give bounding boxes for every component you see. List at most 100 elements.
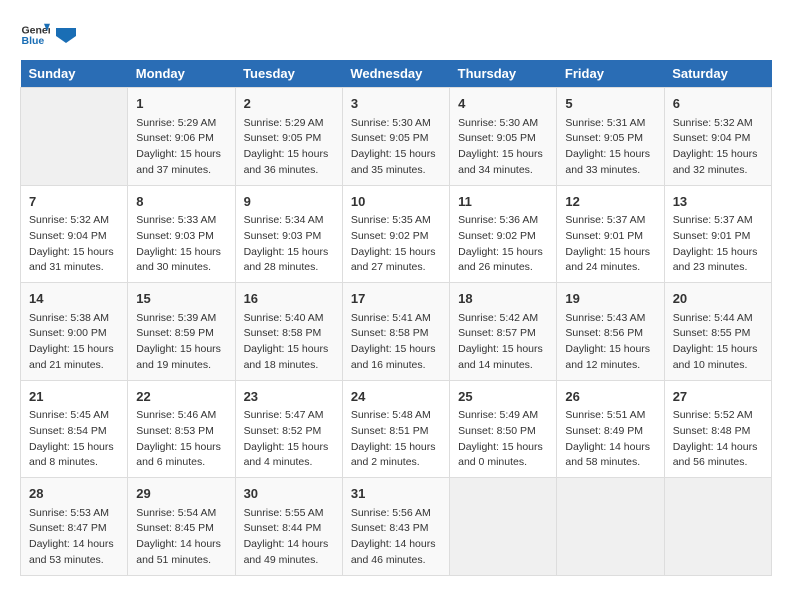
svg-text:Blue: Blue xyxy=(22,35,45,47)
calendar-cell: 17Sunrise: 5:41 AM Sunset: 8:58 PM Dayli… xyxy=(342,283,449,381)
day-info: Sunrise: 5:29 AM Sunset: 9:06 PM Dayligh… xyxy=(136,116,226,179)
calendar-cell: 5Sunrise: 5:31 AM Sunset: 9:05 PM Daylig… xyxy=(557,88,664,186)
day-info: Sunrise: 5:32 AM Sunset: 9:04 PM Dayligh… xyxy=(673,116,763,179)
calendar-cell: 18Sunrise: 5:42 AM Sunset: 8:57 PM Dayli… xyxy=(450,283,557,381)
day-info: Sunrise: 5:38 AM Sunset: 9:00 PM Dayligh… xyxy=(29,311,119,374)
weekday-header-tuesday: Tuesday xyxy=(235,60,342,88)
day-number: 25 xyxy=(458,387,548,407)
day-info: Sunrise: 5:32 AM Sunset: 9:04 PM Dayligh… xyxy=(29,213,119,276)
weekday-header-sunday: Sunday xyxy=(21,60,128,88)
day-number: 30 xyxy=(244,484,334,504)
calendar-cell: 12Sunrise: 5:37 AM Sunset: 9:01 PM Dayli… xyxy=(557,185,664,283)
weekday-header-thursday: Thursday xyxy=(450,60,557,88)
calendar-cell xyxy=(21,88,128,186)
day-info: Sunrise: 5:42 AM Sunset: 8:57 PM Dayligh… xyxy=(458,311,548,374)
calendar-cell: 14Sunrise: 5:38 AM Sunset: 9:00 PM Dayli… xyxy=(21,283,128,381)
day-number: 28 xyxy=(29,484,119,504)
calendar-cell: 25Sunrise: 5:49 AM Sunset: 8:50 PM Dayli… xyxy=(450,380,557,478)
day-info: Sunrise: 5:31 AM Sunset: 9:05 PM Dayligh… xyxy=(565,116,655,179)
day-info: Sunrise: 5:43 AM Sunset: 8:56 PM Dayligh… xyxy=(565,311,655,374)
calendar-cell xyxy=(557,478,664,576)
calendar-cell: 20Sunrise: 5:44 AM Sunset: 8:55 PM Dayli… xyxy=(664,283,771,381)
calendar-cell: 6Sunrise: 5:32 AM Sunset: 9:04 PM Daylig… xyxy=(664,88,771,186)
day-number: 15 xyxy=(136,289,226,309)
weekday-header-monday: Monday xyxy=(128,60,235,88)
day-number: 24 xyxy=(351,387,441,407)
day-info: Sunrise: 5:40 AM Sunset: 8:58 PM Dayligh… xyxy=(244,311,334,374)
calendar-cell: 2Sunrise: 5:29 AM Sunset: 9:05 PM Daylig… xyxy=(235,88,342,186)
day-info: Sunrise: 5:29 AM Sunset: 9:05 PM Dayligh… xyxy=(244,116,334,179)
day-number: 2 xyxy=(244,94,334,114)
week-row-4: 21Sunrise: 5:45 AM Sunset: 8:54 PM Dayli… xyxy=(21,380,772,478)
calendar-cell: 26Sunrise: 5:51 AM Sunset: 8:49 PM Dayli… xyxy=(557,380,664,478)
day-info: Sunrise: 5:49 AM Sunset: 8:50 PM Dayligh… xyxy=(458,408,548,471)
header: General Blue xyxy=(20,20,772,50)
calendar-cell: 23Sunrise: 5:47 AM Sunset: 8:52 PM Dayli… xyxy=(235,380,342,478)
day-info: Sunrise: 5:56 AM Sunset: 8:43 PM Dayligh… xyxy=(351,506,441,569)
day-number: 4 xyxy=(458,94,548,114)
calendar-cell: 7Sunrise: 5:32 AM Sunset: 9:04 PM Daylig… xyxy=(21,185,128,283)
day-info: Sunrise: 5:53 AM Sunset: 8:47 PM Dayligh… xyxy=(29,506,119,569)
weekday-header-row: SundayMondayTuesdayWednesdayThursdayFrid… xyxy=(21,60,772,88)
day-number: 31 xyxy=(351,484,441,504)
day-number: 22 xyxy=(136,387,226,407)
calendar-cell: 22Sunrise: 5:46 AM Sunset: 8:53 PM Dayli… xyxy=(128,380,235,478)
calendar-cell: 9Sunrise: 5:34 AM Sunset: 9:03 PM Daylig… xyxy=(235,185,342,283)
day-info: Sunrise: 5:44 AM Sunset: 8:55 PM Dayligh… xyxy=(673,311,763,374)
calendar-cell: 15Sunrise: 5:39 AM Sunset: 8:59 PM Dayli… xyxy=(128,283,235,381)
calendar-cell: 28Sunrise: 5:53 AM Sunset: 8:47 PM Dayli… xyxy=(21,478,128,576)
day-number: 12 xyxy=(565,192,655,212)
calendar-cell: 16Sunrise: 5:40 AM Sunset: 8:58 PM Dayli… xyxy=(235,283,342,381)
day-number: 9 xyxy=(244,192,334,212)
day-number: 5 xyxy=(565,94,655,114)
week-row-3: 14Sunrise: 5:38 AM Sunset: 9:00 PM Dayli… xyxy=(21,283,772,381)
day-info: Sunrise: 5:47 AM Sunset: 8:52 PM Dayligh… xyxy=(244,408,334,471)
calendar-cell: 19Sunrise: 5:43 AM Sunset: 8:56 PM Dayli… xyxy=(557,283,664,381)
day-info: Sunrise: 5:35 AM Sunset: 9:02 PM Dayligh… xyxy=(351,213,441,276)
day-info: Sunrise: 5:48 AM Sunset: 8:51 PM Dayligh… xyxy=(351,408,441,471)
day-number: 10 xyxy=(351,192,441,212)
calendar-cell xyxy=(450,478,557,576)
day-info: Sunrise: 5:37 AM Sunset: 9:01 PM Dayligh… xyxy=(565,213,655,276)
day-number: 3 xyxy=(351,94,441,114)
day-info: Sunrise: 5:36 AM Sunset: 9:02 PM Dayligh… xyxy=(458,213,548,276)
day-info: Sunrise: 5:37 AM Sunset: 9:01 PM Dayligh… xyxy=(673,213,763,276)
day-info: Sunrise: 5:39 AM Sunset: 8:59 PM Dayligh… xyxy=(136,311,226,374)
day-number: 16 xyxy=(244,289,334,309)
calendar-cell: 1Sunrise: 5:29 AM Sunset: 9:06 PM Daylig… xyxy=(128,88,235,186)
day-info: Sunrise: 5:52 AM Sunset: 8:48 PM Dayligh… xyxy=(673,408,763,471)
calendar-cell: 3Sunrise: 5:30 AM Sunset: 9:05 PM Daylig… xyxy=(342,88,449,186)
day-info: Sunrise: 5:45 AM Sunset: 8:54 PM Dayligh… xyxy=(29,408,119,471)
calendar-cell xyxy=(664,478,771,576)
day-info: Sunrise: 5:33 AM Sunset: 9:03 PM Dayligh… xyxy=(136,213,226,276)
day-info: Sunrise: 5:46 AM Sunset: 8:53 PM Dayligh… xyxy=(136,408,226,471)
calendar-cell: 24Sunrise: 5:48 AM Sunset: 8:51 PM Dayli… xyxy=(342,380,449,478)
calendar-cell: 31Sunrise: 5:56 AM Sunset: 8:43 PM Dayli… xyxy=(342,478,449,576)
calendar-cell: 13Sunrise: 5:37 AM Sunset: 9:01 PM Dayli… xyxy=(664,185,771,283)
week-row-1: 1Sunrise: 5:29 AM Sunset: 9:06 PM Daylig… xyxy=(21,88,772,186)
day-number: 1 xyxy=(136,94,226,114)
day-info: Sunrise: 5:54 AM Sunset: 8:45 PM Dayligh… xyxy=(136,506,226,569)
calendar-cell: 27Sunrise: 5:52 AM Sunset: 8:48 PM Dayli… xyxy=(664,380,771,478)
day-number: 11 xyxy=(458,192,548,212)
calendar-table: SundayMondayTuesdayWednesdayThursdayFrid… xyxy=(20,60,772,576)
day-number: 17 xyxy=(351,289,441,309)
day-info: Sunrise: 5:51 AM Sunset: 8:49 PM Dayligh… xyxy=(565,408,655,471)
day-number: 27 xyxy=(673,387,763,407)
calendar-cell: 4Sunrise: 5:30 AM Sunset: 9:05 PM Daylig… xyxy=(450,88,557,186)
day-number: 23 xyxy=(244,387,334,407)
day-info: Sunrise: 5:30 AM Sunset: 9:05 PM Dayligh… xyxy=(458,116,548,179)
weekday-header-friday: Friday xyxy=(557,60,664,88)
day-number: 21 xyxy=(29,387,119,407)
day-number: 20 xyxy=(673,289,763,309)
day-info: Sunrise: 5:41 AM Sunset: 8:58 PM Dayligh… xyxy=(351,311,441,374)
day-info: Sunrise: 5:55 AM Sunset: 8:44 PM Dayligh… xyxy=(244,506,334,569)
day-number: 7 xyxy=(29,192,119,212)
day-info: Sunrise: 5:34 AM Sunset: 9:03 PM Dayligh… xyxy=(244,213,334,276)
day-number: 8 xyxy=(136,192,226,212)
calendar-cell: 30Sunrise: 5:55 AM Sunset: 8:44 PM Dayli… xyxy=(235,478,342,576)
weekday-header-saturday: Saturday xyxy=(664,60,771,88)
day-number: 6 xyxy=(673,94,763,114)
calendar-cell: 10Sunrise: 5:35 AM Sunset: 9:02 PM Dayli… xyxy=(342,185,449,283)
logo: General Blue xyxy=(20,20,76,50)
